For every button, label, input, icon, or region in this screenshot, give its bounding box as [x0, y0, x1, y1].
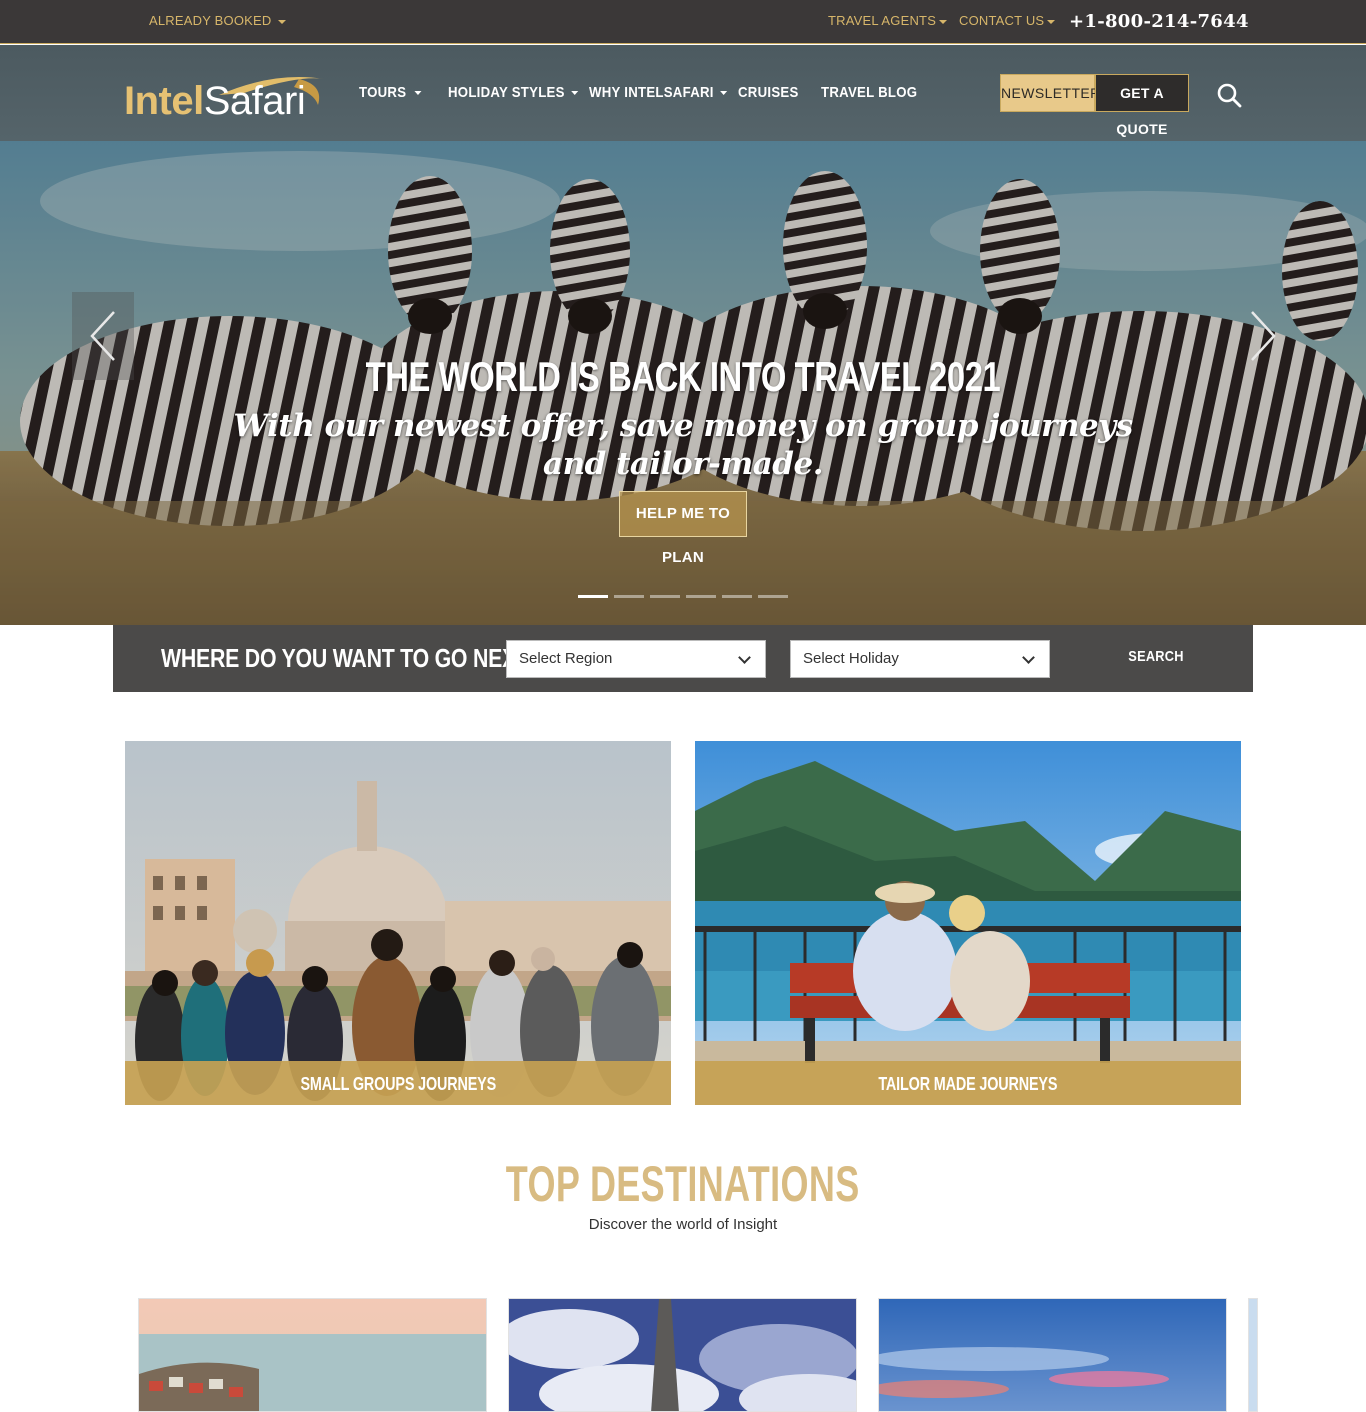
newsletter-button[interactable]: NEWSLETTER: [1000, 74, 1100, 112]
search-button[interactable]: SEARCH: [1111, 648, 1201, 665]
destination-card[interactable]: [508, 1298, 857, 1412]
hero-carousel: THE WORLD IS BACK INTO TRAVEL 2021 With …: [0, 141, 1366, 625]
carousel-next-button[interactable]: [1232, 292, 1294, 380]
top-destinations-title-text: TOP DESTINATIONS: [506, 1156, 860, 1212]
help-me-to-plan-button[interactable]: HELP ME TO PLAN: [619, 491, 747, 566]
travel-agents-menu[interactable]: TRAVEL AGENTS: [828, 13, 948, 28]
chevron-down-icon: [570, 91, 578, 96]
already-booked-menu[interactable]: ALREADY BOOKED: [149, 13, 286, 28]
carousel-indicator[interactable]: [578, 595, 608, 598]
nav-why-label: WHY INTELSAFARI: [589, 84, 714, 101]
lake-bench-image: [695, 741, 1241, 1105]
small-groups-label: SMALL GROUPS JOURNEYS: [300, 1074, 496, 1094]
logo-wordmark: IntelSafari: [124, 79, 306, 124]
chevron-down-icon: [939, 19, 948, 24]
contact-us-menu[interactable]: CONTACT US: [959, 13, 1056, 28]
already-booked-label: ALREADY BOOKED: [149, 13, 272, 28]
carousel-indicator[interactable]: [650, 595, 680, 598]
carousel-indicator[interactable]: [614, 595, 644, 598]
coastal-town-image: [139, 1299, 486, 1411]
carousel-indicators: [578, 595, 798, 599]
utility-bar: ALREADY BOOKED TRAVEL AGENTS CONTACT US …: [0, 0, 1366, 44]
sunset-sky-image: [879, 1299, 1226, 1411]
nav-tours-label: TOURS: [359, 84, 407, 101]
trip-finder: WHERE DO YOU WANT TO GO NEXT.? Select Re…: [113, 625, 1253, 692]
chevron-down-icon: [719, 91, 727, 96]
destination-image: [1249, 1299, 1257, 1411]
carousel-prev-button[interactable]: [72, 292, 134, 380]
top-destinations-subtitle: Discover the world of Insight: [588, 1216, 778, 1233]
destination-card[interactable]: [1248, 1298, 1258, 1412]
carousel-indicator[interactable]: [686, 595, 716, 598]
nav-holiday-styles-label: HOLIDAY STYLES: [448, 84, 565, 101]
intelsafari-logo[interactable]: IntelSafari: [124, 65, 334, 125]
tailor-made-caption: TAILOR MADE JOURNEYS: [695, 1061, 1241, 1105]
small-groups-journeys-card[interactable]: SMALL GROUPS JOURNEYS: [125, 741, 671, 1105]
carousel-indicator[interactable]: [722, 595, 752, 598]
contact-us-label: CONTACT US: [959, 13, 1045, 28]
hero-title: THE WORLD IS BACK INTO TRAVEL 2021: [365, 353, 1001, 400]
chevron-down-icon: [414, 91, 422, 96]
chevron-down-icon: [738, 651, 751, 664]
region-select[interactable]: Select Region: [506, 640, 766, 678]
rome-group-image: [125, 741, 671, 1105]
chevron-left-icon: [90, 311, 115, 361]
phone-number[interactable]: +1-800-214-7644: [1069, 11, 1249, 32]
destination-card[interactable]: [878, 1298, 1227, 1412]
nav-holiday-styles[interactable]: HOLIDAY STYLES: [448, 84, 578, 101]
top-destinations-title: TOP DESTINATIONS: [0, 1155, 1366, 1213]
destination-card[interactable]: [138, 1298, 487, 1412]
logo-part-intel: Intel: [124, 79, 204, 123]
get-a-quote-button[interactable]: GET A QUOTE: [1095, 74, 1189, 137]
small-groups-caption: SMALL GROUPS JOURNEYS: [125, 1061, 671, 1105]
spire-clouds-image: [509, 1299, 856, 1411]
tailor-made-journeys-card[interactable]: TAILOR MADE JOURNEYS: [695, 741, 1241, 1105]
chevron-down-icon: [277, 19, 286, 24]
nav-tours[interactable]: TOURS: [359, 84, 422, 101]
carousel-indicator[interactable]: [758, 595, 788, 598]
nav-cruises[interactable]: CRUISES: [738, 84, 799, 101]
chevron-down-icon: [1047, 19, 1056, 24]
nav-why-intelsafari[interactable]: WHY INTELSAFARI: [589, 84, 727, 101]
nav-travel-blog[interactable]: TRAVEL BLOG: [821, 84, 917, 101]
chevron-down-icon: [1022, 651, 1035, 664]
travel-agents-label: TRAVEL AGENTS: [828, 13, 937, 28]
holiday-select[interactable]: Select Holiday: [790, 640, 1050, 678]
logo-part-safari: Safari: [203, 79, 306, 123]
main-header: IntelSafari TOURS HOLIDAY STYLES WHY INT…: [0, 45, 1366, 141]
chevron-right-icon: [1251, 311, 1276, 361]
region-select-value: Select Region: [519, 650, 613, 667]
trip-finder-title: WHERE DO YOU WANT TO GO NEXT.?: [161, 643, 545, 673]
holiday-select-value: Select Holiday: [803, 650, 899, 667]
search-icon[interactable]: [1216, 82, 1242, 108]
hero-subtitle: With our newest offer, save money on gro…: [233, 408, 1133, 482]
tailor-made-label: TAILOR MADE JOURNEYS: [878, 1074, 1058, 1094]
